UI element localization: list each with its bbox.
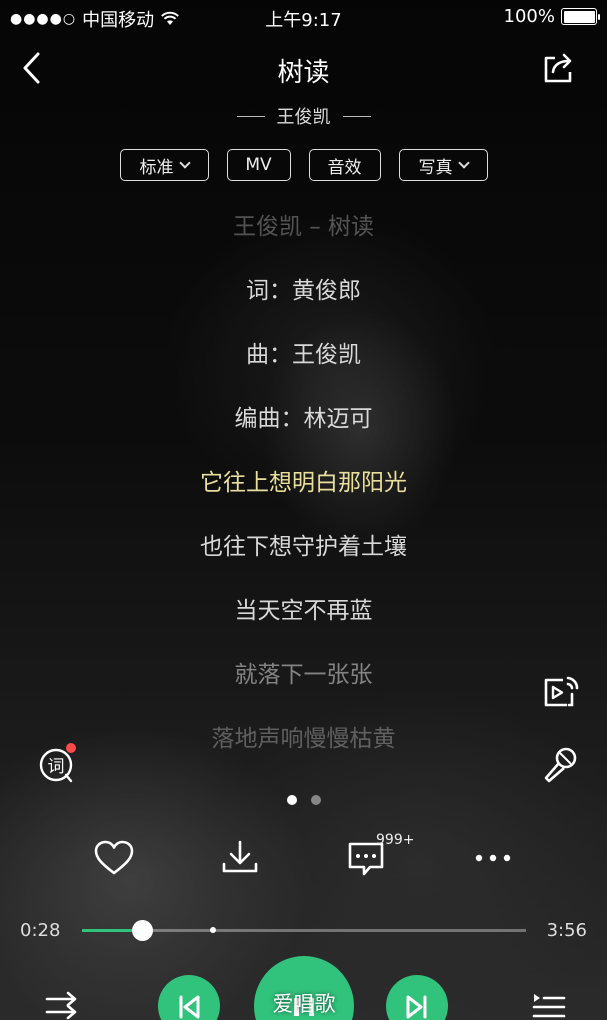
status-bar: ●●●●○ 中国移动 上午9:17 100% (0, 0, 607, 34)
page-dot-active (286, 795, 297, 805)
playlist-icon[interactable] (531, 990, 567, 1020)
artist-name[interactable]: 王俊凯 (277, 103, 331, 129)
song-title: 树读 (277, 58, 330, 88)
notification-dot (66, 743, 76, 753)
repeat-mode-icon[interactable] (44, 990, 80, 1020)
buffer-marker (209, 927, 216, 933)
battery-fill (563, 10, 595, 23)
quality-chip[interactable]: 标准 (119, 149, 209, 181)
lyric-line-current: 它往上想明白那阳光 (200, 470, 407, 496)
sound-effect-chip-label: 音效 (327, 157, 362, 178)
heart-icon[interactable] (92, 838, 136, 878)
battery-icon (561, 8, 600, 25)
page-dot (310, 795, 321, 805)
lyric-line: 编曲：林迈可 (234, 406, 373, 432)
lyric-button-label: 词 (48, 757, 65, 777)
previous-button[interactable] (158, 975, 220, 1020)
elapsed-time: 0:28 (20, 920, 61, 941)
share-icon[interactable] (541, 50, 577, 86)
mv-chip-label: MV (245, 155, 272, 175)
sound-effect-chip[interactable]: 音效 (308, 149, 381, 181)
lyric-line: 也往下想守护着土壤 (200, 534, 407, 560)
lyric-line: 词：黄俊郎 (246, 278, 361, 304)
cast-video-icon[interactable] (541, 672, 581, 710)
artist-row[interactable]: 王俊凯 (0, 103, 607, 129)
quality-chip-label: 标准 (139, 157, 174, 178)
microphone-icon[interactable] (539, 745, 579, 785)
lyric-line: 就落下一张张 (234, 662, 373, 688)
photo-chip[interactable]: 写真 (398, 149, 488, 181)
photo-chip-label: 写真 (418, 157, 453, 178)
battery-percent: 100% (503, 6, 555, 27)
mv-chip[interactable]: MV (226, 149, 291, 181)
lyric-line: 当天空不再蓝 (234, 598, 373, 624)
divider-line-right (342, 115, 371, 117)
watermark-text: 爱唱歌 (272, 992, 336, 1016)
chevron-down-icon (457, 156, 470, 169)
comment-count: 999+ (376, 832, 415, 848)
lyric-line: 曲：王俊凯 (246, 342, 361, 368)
total-duration: 3:56 (546, 920, 587, 941)
skip-next-icon (406, 995, 427, 1019)
page-indicator (0, 795, 607, 805)
more-icon[interactable] (471, 838, 515, 878)
progress-thumb[interactable] (131, 920, 153, 941)
lyric-poster-button[interactable]: 词 (38, 743, 76, 784)
download-icon[interactable] (218, 838, 262, 878)
next-button[interactable] (386, 975, 448, 1020)
divider-line-left (236, 115, 265, 117)
lyric-line: 落地声响慢慢枯黄 (211, 726, 396, 752)
lyric-line: 王俊凯 – 树读 (232, 214, 375, 240)
progress-slider[interactable] (82, 920, 526, 941)
skip-previous-icon (179, 995, 200, 1019)
chevron-down-icon (178, 156, 191, 169)
option-chips: 标准 MV 音效 写真 (0, 149, 607, 181)
